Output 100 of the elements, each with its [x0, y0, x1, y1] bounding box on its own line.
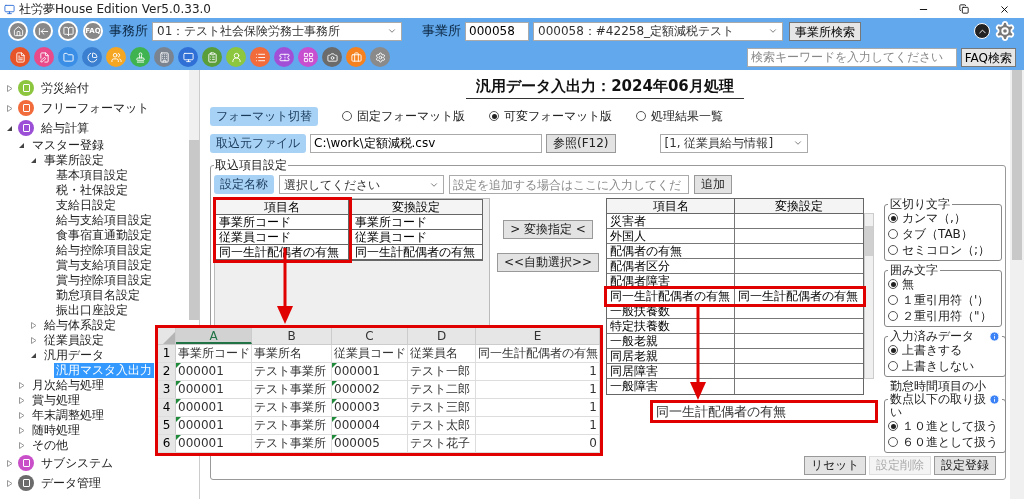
tree-item[interactable]: 給与支給項目設定 [54, 213, 154, 228]
radio-button[interactable] [888, 361, 898, 371]
radio-button[interactable] [888, 213, 898, 223]
table-row[interactable]: 一般老親 [607, 334, 863, 349]
close-icon[interactable] [999, 3, 1010, 15]
table-row[interactable]: 配偶者区分 [607, 259, 863, 274]
action-button[interactable]: > 変換指定 < [503, 220, 593, 239]
folder-icon[interactable] [58, 47, 78, 67]
radio-button[interactable] [888, 311, 898, 321]
column-header[interactable]: C [332, 328, 408, 344]
scrollbar[interactable] [189, 70, 199, 320]
settings-icon[interactable] [370, 47, 390, 67]
tree-item[interactable]: 賞与支給項目設定 [54, 258, 154, 273]
highlighted-row[interactable]: 同一生計配偶者の有無 同一生計配偶者の有無 [607, 289, 863, 304]
briefcase-icon[interactable] [346, 47, 366, 67]
document-icon[interactable] [10, 47, 30, 67]
label-button[interactable]: フォーマット切替 [210, 106, 318, 126]
clipboard-icon[interactable] [202, 47, 222, 67]
users-icon[interactable] [106, 47, 126, 67]
column-header[interactable]: B [252, 328, 332, 344]
table-row[interactable]: 災害者 [607, 214, 863, 229]
site-code-field[interactable]: 000058 [465, 21, 529, 41]
expanded-triangle-icon[interactable] [30, 352, 37, 359]
column-header[interactable]: E [476, 328, 600, 344]
expanded-triangle-icon[interactable] [30, 157, 37, 164]
ticket-icon[interactable] [274, 47, 294, 67]
file-path-field[interactable]: C:\work\定額減税.csv [310, 133, 542, 153]
collapsed-triangle-icon[interactable] [18, 442, 25, 449]
info-icon[interactable] [989, 331, 1000, 342]
radio-button[interactable] [888, 229, 898, 239]
collapsed-triangle-icon[interactable] [30, 322, 37, 329]
data-type-select[interactable]: [1, 従業員給与情報] [659, 133, 808, 153]
camera-icon[interactable] [322, 47, 342, 67]
label-button[interactable]: 取込元ファイル [210, 133, 306, 153]
grid-icon[interactable] [298, 47, 318, 67]
collapsed-triangle-icon[interactable] [18, 412, 25, 419]
site-select[interactable]: 000058：#42258_定額減税テスト [533, 21, 783, 41]
building-icon[interactable] [154, 47, 174, 67]
radio-button[interactable] [888, 421, 898, 431]
tree-item[interactable]: フリーフォーマット [39, 100, 151, 116]
tree-item[interactable]: 給与計算 [39, 120, 91, 136]
table-row[interactable]: 外国人 [607, 229, 863, 244]
tree-item[interactable]: 勤怠項目名設定 [54, 288, 142, 303]
tree-item[interactable]: マスター登録 [30, 138, 106, 153]
radio-button[interactable] [636, 111, 646, 121]
monitor-icon[interactable] [178, 47, 198, 67]
tree-item[interactable]: 労災給付 [39, 80, 91, 96]
collapsed-triangle-icon[interactable] [6, 84, 13, 92]
tree-item[interactable]: 支給日設定 [54, 198, 118, 213]
expanded-triangle-icon[interactable] [18, 142, 25, 149]
action-button[interactable]: 追加 [694, 175, 732, 194]
home-icon[interactable] [8, 21, 28, 41]
collapsed-triangle-icon[interactable] [18, 427, 25, 434]
table-row[interactable]: 同居障害 [607, 364, 863, 379]
tree-item[interactable]: 賞与控除項目設定 [54, 273, 154, 288]
column-header[interactable]: A [176, 328, 252, 344]
tree-item[interactable]: 給与控除項目設定 [54, 243, 154, 258]
restore-icon[interactable] [959, 4, 969, 14]
radio-button[interactable] [489, 111, 499, 121]
tree-item[interactable]: その他 [30, 438, 70, 453]
file-pen-icon[interactable] [34, 47, 54, 67]
list-icon[interactable] [250, 47, 270, 67]
collapsed-triangle-icon[interactable] [6, 459, 13, 467]
action-button[interactable]: リセット [804, 456, 866, 475]
column-header[interactable]: D [408, 328, 476, 344]
tree-item[interactable]: 給与体系設定 [42, 318, 118, 333]
tree-item[interactable]: 賞与処理 [30, 393, 82, 408]
table-row[interactable]: 同居老親 [607, 349, 863, 364]
radio-button[interactable] [342, 111, 352, 121]
collapsed-triangle-icon[interactable] [6, 479, 13, 487]
tree-item[interactable]: 年末調整処理 [30, 408, 106, 423]
radio-button[interactable] [888, 345, 898, 355]
tree-item[interactable]: 従業員設定 [42, 333, 106, 348]
label-button[interactable]: 設定名称 [214, 175, 274, 194]
new-setting-field[interactable]: 設定を追加する場合はここに入力してくだ [449, 175, 689, 194]
action-button[interactable]: <<自動選択>> [496, 253, 600, 272]
site-search-button[interactable]: 事業所検索 [789, 21, 861, 41]
tree-item[interactable]: 事業所設定 [42, 153, 106, 168]
radio-button[interactable] [888, 295, 898, 305]
action-button[interactable]: 参照(F12) [546, 133, 616, 153]
radio-button[interactable] [888, 437, 898, 447]
tree-item[interactable]: 食事宿直通勤設定 [54, 228, 154, 243]
tree-item[interactable]: 基本項目設定 [54, 168, 130, 183]
stamp-icon[interactable] [130, 47, 150, 67]
collapsed-triangle-icon[interactable] [18, 382, 25, 389]
setting-name-select[interactable]: 選択してください [279, 175, 444, 194]
scrollbar[interactable] [864, 213, 874, 379]
tree-item[interactable]: 税・社保設定 [54, 183, 130, 198]
collapse-icon[interactable] [974, 23, 990, 39]
collapsed-triangle-icon[interactable] [18, 397, 25, 404]
office-select[interactable]: 01：テスト社会保険労務士事務所 [152, 21, 402, 41]
table-row[interactable]: 特定扶養数 [607, 319, 863, 334]
tree-item[interactable]: サブシステム [39, 455, 115, 471]
action-button[interactable]: 設定登録 [934, 456, 996, 475]
radio-button[interactable] [888, 245, 898, 255]
tree-item[interactable]: 振出口座設定 [54, 303, 130, 318]
expanded-triangle-icon[interactable] [6, 124, 13, 132]
back-icon[interactable] [33, 21, 53, 41]
scrollbar[interactable] [1010, 70, 1024, 499]
settings-icon[interactable] [994, 20, 1016, 42]
